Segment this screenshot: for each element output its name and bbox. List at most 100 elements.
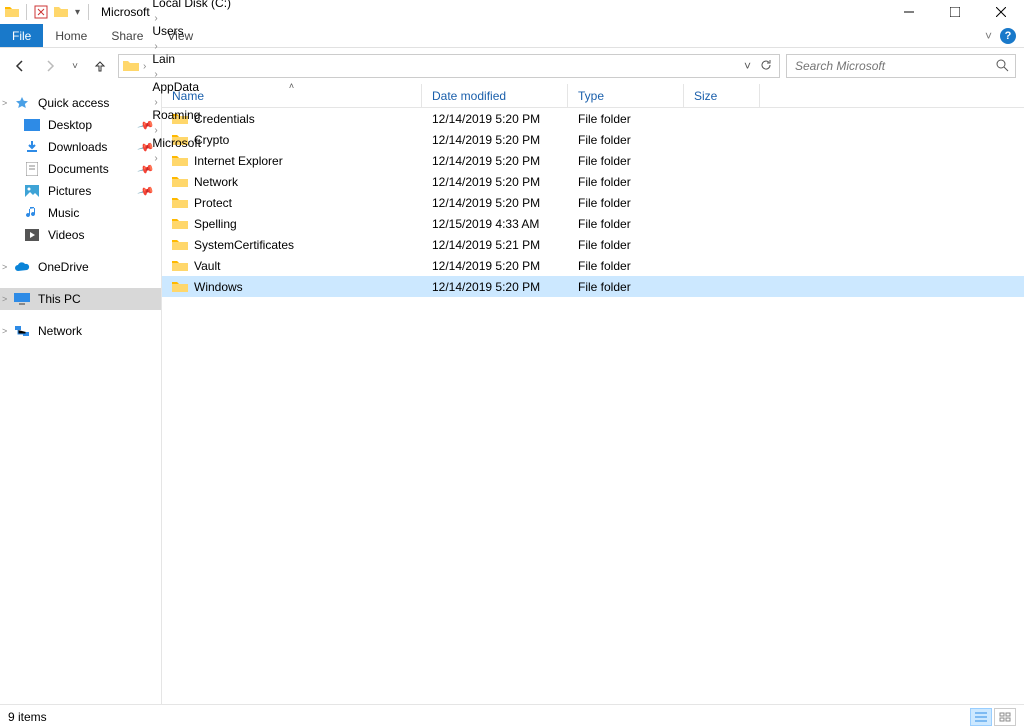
breadcrumb-segment[interactable]: Roaming <box>150 108 233 122</box>
nav-pictures[interactable]: Pictures 📌 <box>0 180 161 202</box>
chevron-right-icon[interactable]: › <box>150 41 161 52</box>
help-icon[interactable]: ? <box>1000 28 1016 44</box>
file-row[interactable]: Crypto12/14/2019 5:20 PMFile folder <box>162 129 1024 150</box>
chevron-right-icon[interactable]: › <box>150 69 161 80</box>
desktop-icon <box>24 117 40 133</box>
folder-icon <box>172 195 188 211</box>
nav-label: Downloads <box>48 140 107 154</box>
tab-file[interactable]: File <box>0 24 43 47</box>
ribbon-expand-icon[interactable]: ˅ <box>985 29 992 43</box>
breadcrumb-segment[interactable]: Microsoft <box>150 136 233 150</box>
maximize-button[interactable] <box>932 0 978 24</box>
column-label: Name <box>172 89 204 103</box>
status-bar: 9 items <box>0 704 1024 728</box>
view-large-icons-button[interactable] <box>994 708 1016 726</box>
forward-button[interactable] <box>38 54 62 78</box>
recent-locations-button[interactable]: ˅ <box>68 54 82 78</box>
nav-label: Network <box>38 324 82 338</box>
search-icon[interactable] <box>995 58 1009 75</box>
file-date: 12/14/2019 5:20 PM <box>422 154 568 168</box>
folder-icon <box>172 237 188 253</box>
pictures-icon <box>24 183 40 199</box>
file-date: 12/14/2019 5:20 PM <box>422 280 568 294</box>
address-folder-icon <box>123 58 139 74</box>
file-row[interactable]: Protect12/14/2019 5:20 PMFile folder <box>162 192 1024 213</box>
chevron-right-icon[interactable]: › <box>150 13 161 24</box>
nav-label: OneDrive <box>38 260 89 274</box>
view-details-button[interactable] <box>970 708 992 726</box>
file-name: Network <box>194 175 238 189</box>
file-type: File folder <box>568 112 684 126</box>
column-size[interactable]: Size <box>684 84 760 107</box>
nav-desktop[interactable]: Desktop 📌 <box>0 114 161 136</box>
close-button[interactable] <box>978 0 1024 24</box>
star-icon <box>14 95 30 111</box>
sort-ascending-icon: ˄ <box>289 81 294 91</box>
navigation-pane: > Quick access Desktop 📌 Downloads 📌 Doc… <box>0 84 162 704</box>
file-type: File folder <box>568 133 684 147</box>
back-button[interactable] <box>8 54 32 78</box>
up-button[interactable] <box>88 54 112 78</box>
qat-properties-icon[interactable] <box>33 4 49 20</box>
file-row[interactable]: Internet Explorer12/14/2019 5:20 PMFile … <box>162 150 1024 171</box>
expand-icon[interactable]: > <box>2 98 7 108</box>
address-dropdown-icon[interactable]: ˅ <box>744 59 751 73</box>
file-row[interactable]: Vault12/14/2019 5:20 PMFile folder <box>162 255 1024 276</box>
expand-icon[interactable]: > <box>2 262 7 272</box>
refresh-icon[interactable] <box>755 58 777 75</box>
column-type[interactable]: Type <box>568 84 684 107</box>
file-date: 12/14/2019 5:20 PM <box>422 175 568 189</box>
column-date[interactable]: Date modified <box>422 84 568 107</box>
nav-this-pc[interactable]: > This PC <box>0 288 161 310</box>
nav-downloads[interactable]: Downloads 📌 <box>0 136 161 158</box>
tab-home[interactable]: Home <box>43 24 99 47</box>
address-bar[interactable]: › This PC›Local Disk (C:)›Users›Lain›App… <box>118 54 780 78</box>
onedrive-icon <box>14 259 30 275</box>
nav-documents[interactable]: Documents 📌 <box>0 158 161 180</box>
file-row[interactable]: SystemCertificates12/14/2019 5:21 PMFile… <box>162 234 1024 255</box>
breadcrumb-segment[interactable]: Local Disk (C:) <box>150 0 233 10</box>
column-name[interactable]: Name ˄ <box>162 84 422 107</box>
folder-icon <box>172 174 188 190</box>
file-type: File folder <box>568 238 684 252</box>
file-type: File folder <box>568 217 684 231</box>
folder-icon <box>172 258 188 274</box>
minimize-button[interactable] <box>886 0 932 24</box>
file-row[interactable]: Windows12/14/2019 5:20 PMFile folder <box>162 276 1024 297</box>
nav-network[interactable]: > Network <box>0 320 161 342</box>
qat-newfolder-icon[interactable] <box>53 4 69 20</box>
file-type: File folder <box>568 196 684 210</box>
tab-share[interactable]: Share <box>99 24 155 47</box>
file-row[interactable]: Network12/14/2019 5:20 PMFile folder <box>162 171 1024 192</box>
file-date: 12/14/2019 5:20 PM <box>422 112 568 126</box>
nav-onedrive[interactable]: > OneDrive <box>0 256 161 278</box>
breadcrumb-segment[interactable]: Lain <box>150 52 233 66</box>
nav-music[interactable]: Music <box>0 202 161 224</box>
search-input[interactable] <box>793 58 995 74</box>
search-box[interactable] <box>786 54 1016 78</box>
file-date: 12/14/2019 5:20 PM <box>422 259 568 273</box>
file-date: 12/14/2019 5:20 PM <box>422 196 568 210</box>
status-text: 9 items <box>8 710 47 724</box>
nav-quick-access[interactable]: > Quick access <box>0 92 161 114</box>
nav-label: Videos <box>48 228 84 242</box>
breadcrumb-segment[interactable]: Users <box>150 24 233 38</box>
pin-icon: 📌 <box>137 116 155 134</box>
folder-icon <box>172 216 188 232</box>
expand-icon[interactable]: > <box>2 294 7 304</box>
file-name: Vault <box>194 259 220 273</box>
folder-icon <box>172 279 188 295</box>
pin-icon: 📌 <box>137 138 155 156</box>
expand-icon[interactable]: > <box>2 326 7 336</box>
nav-videos[interactable]: Videos <box>0 224 161 246</box>
file-row[interactable]: Credentials12/14/2019 5:20 PMFile folder <box>162 108 1024 129</box>
pin-icon: 📌 <box>137 160 155 178</box>
app-folder-icon <box>4 4 20 20</box>
address-row: ˅ › This PC›Local Disk (C:)›Users›Lain›A… <box>0 48 1024 84</box>
file-type: File folder <box>568 280 684 294</box>
file-name: SystemCertificates <box>194 238 294 252</box>
chevron-right-icon[interactable]: › <box>139 61 150 72</box>
window-title: Microsoft <box>101 5 150 19</box>
qat-customize-icon[interactable]: ▾ <box>73 7 82 18</box>
file-row[interactable]: Spelling12/15/2019 4:33 AMFile folder <box>162 213 1024 234</box>
